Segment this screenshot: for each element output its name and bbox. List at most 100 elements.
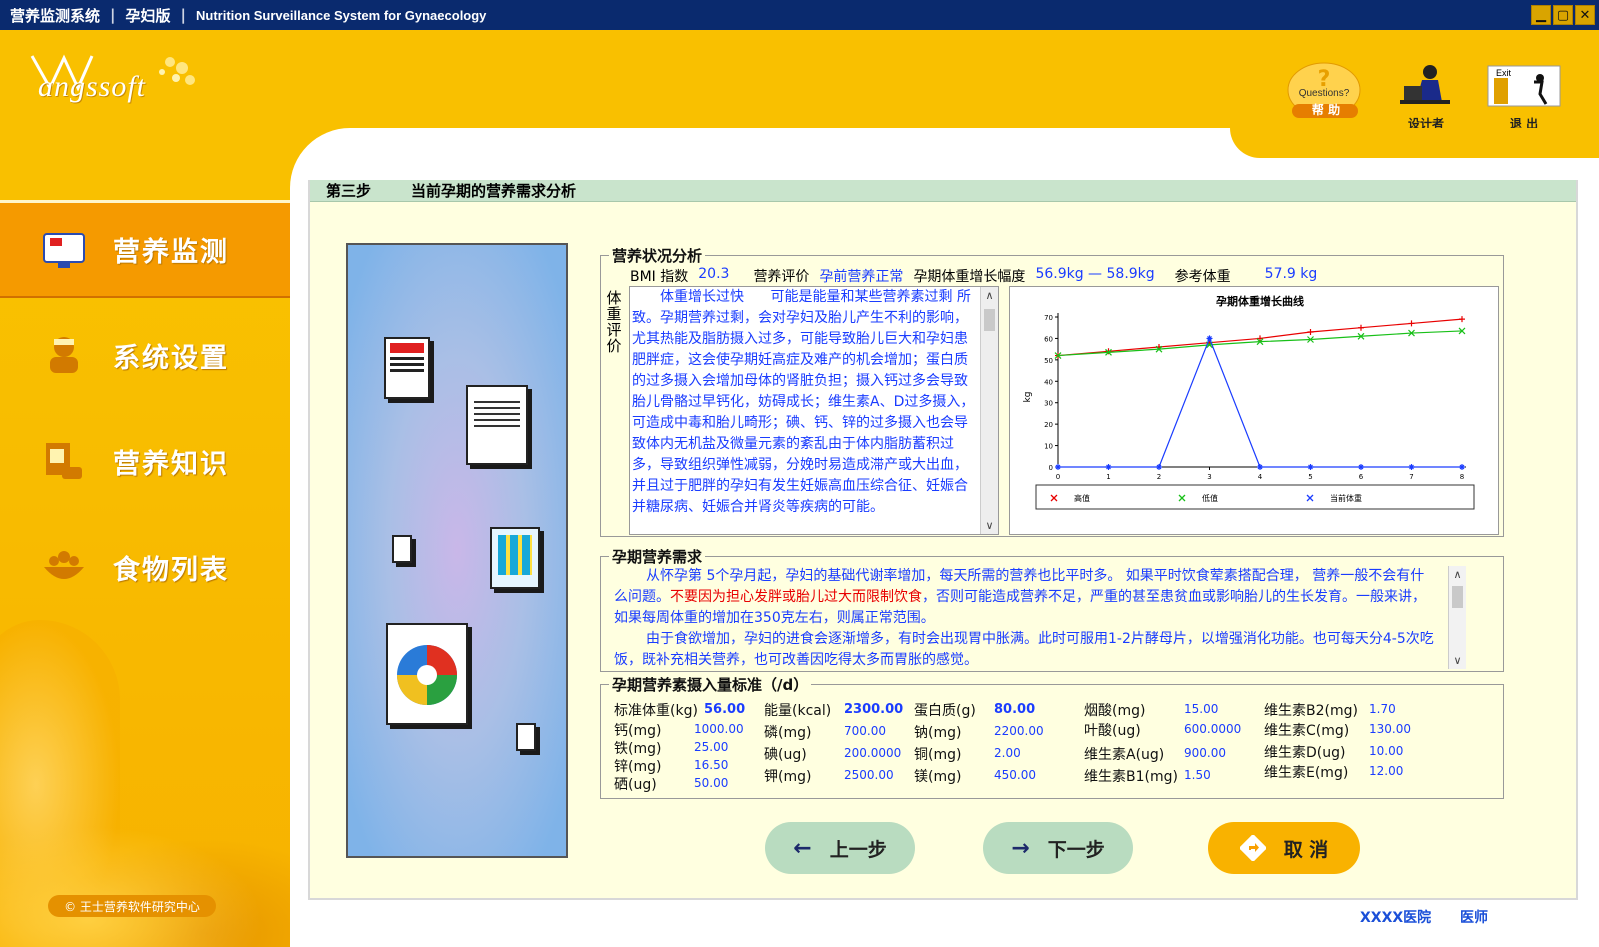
- standard-value: 12.00: [1369, 764, 1404, 778]
- step-title: 当前孕期的营养需求分析: [411, 182, 577, 200]
- step-bar: 第三步 当前孕期的营养需求分析: [310, 180, 1576, 202]
- sidebar-item-system-settings[interactable]: 系统设置: [0, 306, 292, 404]
- standard-label: 钙(mg): [614, 723, 662, 739]
- chart-marker: [1257, 464, 1263, 470]
- standard-value: 600.0000: [1184, 722, 1242, 736]
- chart-marker: [1408, 464, 1415, 470]
- sidebar: 营养监测 系统设置 营养知识 食物列表 © 王士营养软件研究中心: [0, 200, 292, 947]
- ref-weight-value: 57.9 kg: [1264, 266, 1318, 282]
- standard-label: 维生素A(ug): [1084, 747, 1165, 763]
- prev-step-button[interactable]: ← 上一步: [765, 822, 915, 874]
- app-name: 营养监测系统: [10, 6, 101, 25]
- standard-value: 2.00: [994, 746, 1021, 760]
- chart-point: [1358, 464, 1364, 470]
- close-button[interactable]: ✕: [1575, 5, 1595, 25]
- standard-value: 50.00: [694, 776, 729, 790]
- sidebar-item-label: 食物列表: [113, 554, 229, 586]
- designer-button[interactable]: 设计者: [1386, 62, 1466, 132]
- chart-legend-label: 高值: [1074, 493, 1090, 503]
- title-separator: |: [180, 6, 186, 24]
- sidebar-item-food-list[interactable]: 食物列表: [0, 518, 292, 616]
- next-step-button[interactable]: → 下一步: [983, 822, 1133, 874]
- sidebar-item-label: 营养知识: [113, 448, 229, 480]
- standard-value: 2500.00: [844, 768, 894, 782]
- standard-label: 磷(mg): [764, 725, 812, 741]
- chart-point: [1156, 464, 1162, 470]
- chart-y-tick-label: 70: [1044, 314, 1053, 322]
- nutrition-needs-title: 孕期营养需求: [609, 546, 706, 567]
- scroll-thumb[interactable]: [984, 309, 995, 331]
- maximize-button[interactable]: ▢: [1553, 5, 1573, 25]
- scroll-down-icon[interactable]: ∨: [1449, 652, 1466, 669]
- arrow-right-icon: →: [1011, 835, 1030, 861]
- scroll-thumb[interactable]: [1452, 586, 1463, 608]
- standard-label: 维生素C(mg): [1264, 723, 1350, 739]
- calculator-icon: [490, 527, 540, 589]
- chart-x-tick-label: 1: [1106, 473, 1110, 481]
- nutrition-needs-textbox[interactable]: 从怀孕第 5个孕月起，孕妇的基础代谢率增加，每天所需的营养也比平时多。 如果平时…: [612, 566, 1466, 669]
- settings-person-icon: [50, 337, 78, 373]
- gain-label: 孕期体重增长幅度: [913, 269, 1026, 285]
- help-label: 帮 助: [1311, 103, 1341, 117]
- chart-point: [1358, 324, 1364, 331]
- standard-label: 维生素B1(mg): [1084, 769, 1178, 785]
- chart-point: [1257, 464, 1263, 470]
- designer-icon: [1400, 65, 1450, 104]
- chart-x-tick-label: 2: [1157, 473, 1161, 481]
- chart-marker: [1206, 335, 1213, 342]
- gain-value: 56.9kg — 58.9kg: [1035, 266, 1155, 282]
- prev-step-label: 上一步: [829, 838, 887, 861]
- chart-title: 孕期体重增长曲线: [1216, 294, 1304, 308]
- chart-x-tick-label: 3: [1207, 473, 1211, 481]
- chart-x-tick-label: 6: [1359, 473, 1364, 481]
- copyright-badge: © 王士营养软件研究中心: [48, 895, 216, 917]
- hospital-link[interactable]: XXXX医院: [1360, 907, 1431, 927]
- chart-point: [1206, 335, 1213, 342]
- help-button[interactable]: ? Questions? 帮 助: [1286, 62, 1366, 132]
- standard-value: 1.70: [1369, 702, 1396, 716]
- scroll-up-icon[interactable]: ∧: [981, 287, 998, 304]
- standard-value: 10.00: [1369, 744, 1404, 758]
- chart-y-tick-label: 10: [1044, 443, 1053, 451]
- standard-value: 16.50: [694, 758, 729, 772]
- standard-value: 700.00: [844, 724, 886, 738]
- doctor-link[interactable]: 医师: [1460, 907, 1488, 927]
- intake-standard-title: 孕期营养素摄入量标准（/d）: [609, 674, 812, 695]
- chart-doc-icon: [516, 723, 536, 751]
- chart-y-tick-label: 60: [1044, 335, 1053, 343]
- standard-label: 维生素B2(mg): [1264, 703, 1358, 719]
- standard-value: 900.00: [1184, 746, 1226, 760]
- chart-x-tick-label: 0: [1056, 473, 1060, 481]
- weight-eval-scrollbar[interactable]: ∧ ∨: [980, 287, 998, 534]
- sidebar-item-label: 系统设置: [113, 342, 229, 374]
- cancel-button[interactable]: 取 消: [1208, 822, 1360, 874]
- chart-x-tick-label: 5: [1308, 473, 1312, 481]
- standard-label: 维生素D(ug): [1264, 745, 1346, 761]
- needs-scrollbar[interactable]: ∧ ∨: [1448, 566, 1466, 669]
- standard-label: 钾(mg): [764, 769, 812, 785]
- standard-label: 蛋白质(g): [914, 703, 976, 719]
- chart-x-tick-label: 7: [1409, 473, 1413, 481]
- chart-x-tick-label: 4: [1258, 473, 1263, 481]
- needs-paragraph-2: 由于食欲增加，孕妇的进食会逐渐增多，有时会出现胃中胀满。此时可服用1-2片酵母片…: [614, 631, 1434, 668]
- scroll-up-icon[interactable]: ∧: [1449, 566, 1466, 583]
- arrow-left-icon: ←: [793, 835, 812, 861]
- standard-label: 硒(ug): [614, 777, 657, 793]
- standard-label: 碘(ug): [764, 747, 807, 763]
- chart-y-tick-label: 0: [1049, 464, 1053, 472]
- exit-button[interactable]: Exit 退 出: [1484, 62, 1564, 132]
- minimize-button[interactable]: ▁: [1531, 5, 1551, 25]
- sidebar-item-nutrition-monitoring[interactable]: 营养监测: [0, 200, 292, 298]
- chart-y-tick-label: 20: [1044, 421, 1053, 429]
- intake-standard-table: 标准体重(kg) 56.00 能量(kcal) 2300.00 蛋白质(g) 80.00 烟…: [614, 700, 1494, 796]
- svg-text:Exit: Exit: [1496, 68, 1512, 78]
- chart-marker: [1459, 464, 1465, 470]
- documents-illustration: [346, 243, 568, 858]
- chart-legend: [1035, 484, 1475, 510]
- chart-point: [1307, 464, 1314, 470]
- sidebar-item-nutrition-knowledge[interactable]: 营养知识: [0, 412, 292, 510]
- scroll-down-icon[interactable]: ∨: [981, 517, 998, 534]
- weight-eval-textbox[interactable]: 体重增长过快 可能是能量和某些营养素过剩 所致。孕期营养过剩，会对孕妇及胎儿产生…: [629, 286, 999, 535]
- app-english-name: Nutrition Surveillance System for Gynaec…: [196, 7, 487, 23]
- eval-label: 营养评价: [753, 269, 810, 285]
